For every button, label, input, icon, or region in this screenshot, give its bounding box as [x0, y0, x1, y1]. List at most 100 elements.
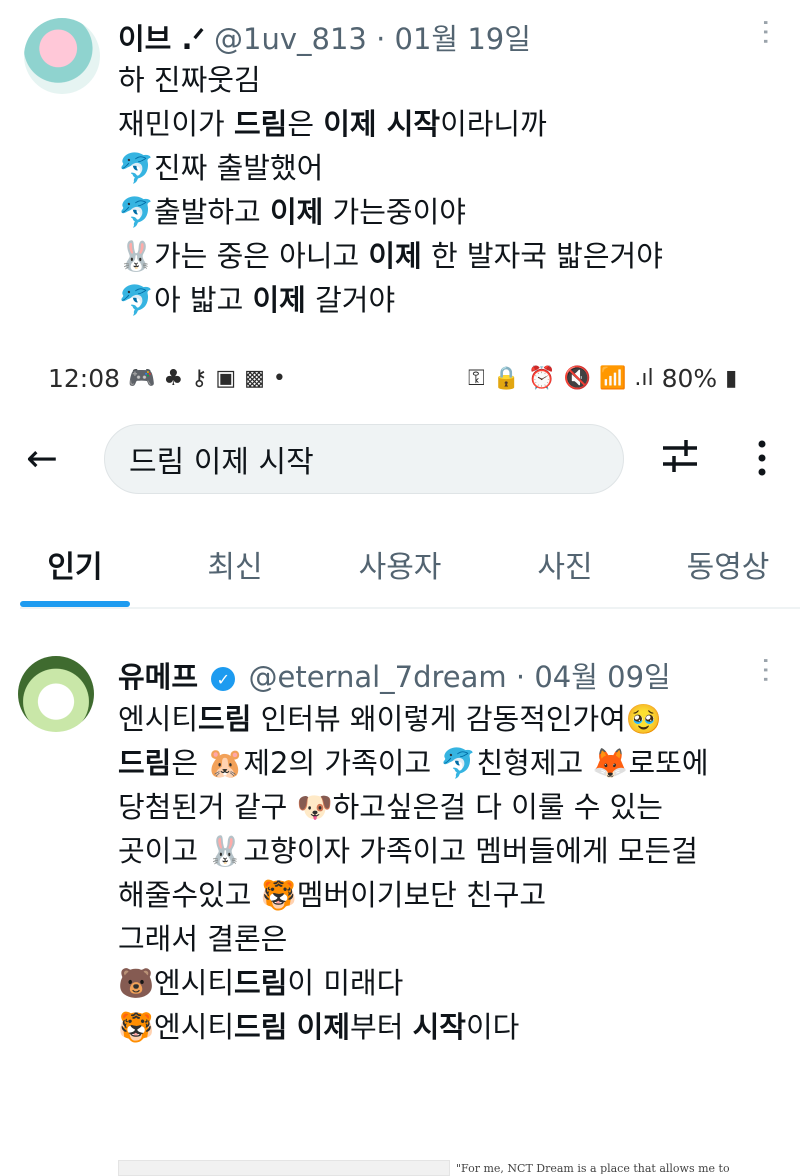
tweet-line: 해줄수있고 🐯멤버이기보단 친구고	[118, 873, 709, 917]
tab-popular[interactable]: 인기	[20, 542, 130, 586]
more-options-icon[interactable]: ⋯	[750, 656, 783, 682]
tweet-header: 이브 .ᐟ @1uv_813 · 01월 19일	[118, 16, 531, 58]
highlight-text: 드림	[118, 746, 172, 780]
verified-badge-icon: ✓	[211, 667, 236, 691]
text-segment: 아 밟고	[154, 283, 253, 317]
tweet-header: 유메프 ✓ @eternal_7dream · 04월 09일	[118, 654, 671, 696]
text-segment: 이라니까	[440, 107, 547, 141]
emoji-icon: 🐯	[118, 1010, 155, 1044]
wifi-icon: 📶	[598, 366, 627, 391]
text-segment: 출발하고	[154, 195, 270, 229]
more-vertical-icon[interactable]	[752, 438, 772, 478]
filter-icon[interactable]	[660, 436, 700, 476]
text-segment: 갈거야	[305, 283, 396, 317]
tweet-line: 곳이고 🐰고향이자 가족이고 멤버들에게 모든걸	[118, 829, 709, 873]
text-segment: 재민이가	[118, 107, 234, 141]
text-segment: 엔시티	[154, 966, 235, 1000]
text-segment: 엔시티	[118, 702, 199, 736]
highlight-text: 드림	[234, 966, 288, 1000]
text-segment: 가는중이야	[323, 195, 466, 229]
text-segment: 가는 중은 아니고	[154, 239, 369, 273]
tweet-line: 당첨된거 같구 🐶하고싶은걸 다 이룰 수 있는	[118, 785, 709, 829]
tabs-divider	[20, 607, 800, 609]
tab-people[interactable]: 사용자	[340, 542, 460, 586]
tab-latest[interactable]: 최신	[180, 542, 290, 586]
text-segment: 하 진짜웃김	[118, 63, 261, 97]
text-segment: 부터	[350, 1010, 413, 1044]
text-segment: 이다	[465, 1010, 520, 1044]
tweet-line: 🐬진짜 출발했어	[118, 146, 663, 190]
highlight-text: 이제	[296, 1010, 351, 1044]
search-input[interactable]: 드림 이제 시작	[104, 424, 624, 494]
lock-icon: 🔒	[492, 366, 521, 391]
text-segment: 그래서 결론은	[118, 922, 288, 956]
emoji-icon: 🐬	[118, 283, 155, 317]
display-name[interactable]: 이브 .ᐟ	[118, 22, 205, 56]
more-dot-icon: •	[272, 366, 286, 391]
highlight-text: 드림	[233, 107, 288, 141]
display-name[interactable]: 유메프	[118, 660, 198, 694]
text-segment: 당첨된거 같구 🐶하고싶은걸 다 이룰 수 있는	[118, 790, 663, 824]
tweet-line: 그래서 결론은	[118, 917, 709, 961]
user-handle[interactable]: @1uv_813	[214, 22, 367, 56]
notification-icon: ♣	[163, 366, 184, 391]
preview-caption: "For me, NCT Dream is a place that allow…	[456, 1162, 730, 1174]
highlight-text: 이제	[252, 283, 306, 317]
separator-dot: ·	[376, 22, 386, 56]
battery-icon: ▮	[725, 366, 738, 391]
text-segment: 엔시티	[154, 1010, 235, 1044]
status-time: 12:08	[48, 364, 121, 393]
tab-photos[interactable]: 사진	[510, 542, 620, 586]
media-preview-right[interactable]: "For me, NCT Dream is a place that allow…	[456, 1162, 786, 1174]
alarm-icon: ⏰	[528, 366, 556, 391]
tweet-line: 🐯엔시티드림 이제부터 시작이다	[118, 1005, 709, 1049]
status-left: 12:08 🎮 ♣ ⚷ ▣ ▩ •	[48, 364, 286, 393]
emoji-icon: 🐻	[118, 966, 155, 1000]
emoji-icon: 🐬	[118, 151, 155, 185]
tweet-line: 엔시티드림 인터뷰 왜이렇게 감동적인가여🥹	[118, 697, 709, 741]
text-segment: 진짜 출발했어	[154, 151, 324, 185]
text-segment: 은	[287, 107, 324, 141]
highlight-text: 드림	[198, 702, 252, 736]
text-segment: 한 발자국 밟은거야	[421, 239, 663, 273]
tweet-text: 하 진짜웃김 재민이가 드림은 이제 시작이라니까 🐬진짜 출발했어 🐬출발하고 이제…	[118, 58, 663, 322]
signal-icon: .ıl	[634, 366, 654, 391]
vpn-key-icon: ⚿	[468, 366, 485, 391]
emoji-icon: 🐰	[118, 239, 155, 273]
mute-icon: 🔇	[563, 366, 591, 391]
tab-videos[interactable]: 동영상	[668, 542, 788, 586]
webtoon-icon: ▩	[244, 366, 265, 391]
text-segment: 이 미래다	[287, 966, 404, 1000]
back-arrow-icon[interactable]: ←	[26, 436, 58, 480]
gamepad-icon: 🎮	[128, 366, 156, 391]
tweet-line: 하 진짜웃김	[118, 58, 663, 102]
search-query[interactable]: 드림 이제 시작	[129, 437, 314, 481]
tweet-line: 드림은 🐹제2의 가족이고 🐬친형제고 🦊로또에	[118, 741, 709, 785]
tweet-text: 엔시티드림 인터뷰 왜이렇게 감동적인가여🥹 드림은 🐹제2의 가족이고 🐬친형…	[118, 697, 709, 1049]
status-right: ⚿ 🔒 ⏰ 🔇 📶 .ıl 80% ▮	[468, 364, 737, 393]
tweet-date[interactable]: 04월 09일	[534, 660, 670, 694]
highlight-text: 드림	[234, 1010, 288, 1044]
user-handle[interactable]: @eternal_7dream	[248, 660, 506, 694]
text-segment: 해줄수있고 🐯멤버이기보단 친구고	[118, 878, 547, 912]
tweet-line: 🐻엔시티드림이 미래다	[118, 961, 709, 1005]
battery-level: 80%	[661, 364, 718, 393]
avatar[interactable]	[24, 18, 100, 94]
tweet-date[interactable]: 01월 19일	[395, 22, 531, 56]
emoji-icon: 🐬	[118, 195, 155, 229]
text-segment	[287, 1010, 296, 1044]
text-segment: 은 🐹제2의 가족이고 🐬친형제고 🦊로또에	[171, 746, 709, 780]
text-segment: 인터뷰 왜이렇게 감동적인가여🥹	[251, 702, 663, 736]
highlight-text: 이제	[269, 195, 324, 229]
tweet-line: 🐬출발하고 이제 가는중이야	[118, 190, 663, 234]
more-options-icon[interactable]: ⋯	[750, 18, 783, 44]
highlight-text: 시작	[412, 1010, 466, 1044]
key-icon: ⚷	[191, 366, 208, 391]
highlight-text: 이제	[368, 239, 422, 273]
tweet-line: 재민이가 드림은 이제 시작이라니까	[118, 102, 663, 146]
tweet-line: 🐬아 밟고 이제 갈거야	[118, 278, 663, 322]
separator-dot: ·	[515, 660, 526, 694]
app-icon: ▣	[215, 366, 237, 391]
highlight-text: 이제 시작	[323, 107, 441, 141]
avatar[interactable]	[18, 656, 94, 732]
